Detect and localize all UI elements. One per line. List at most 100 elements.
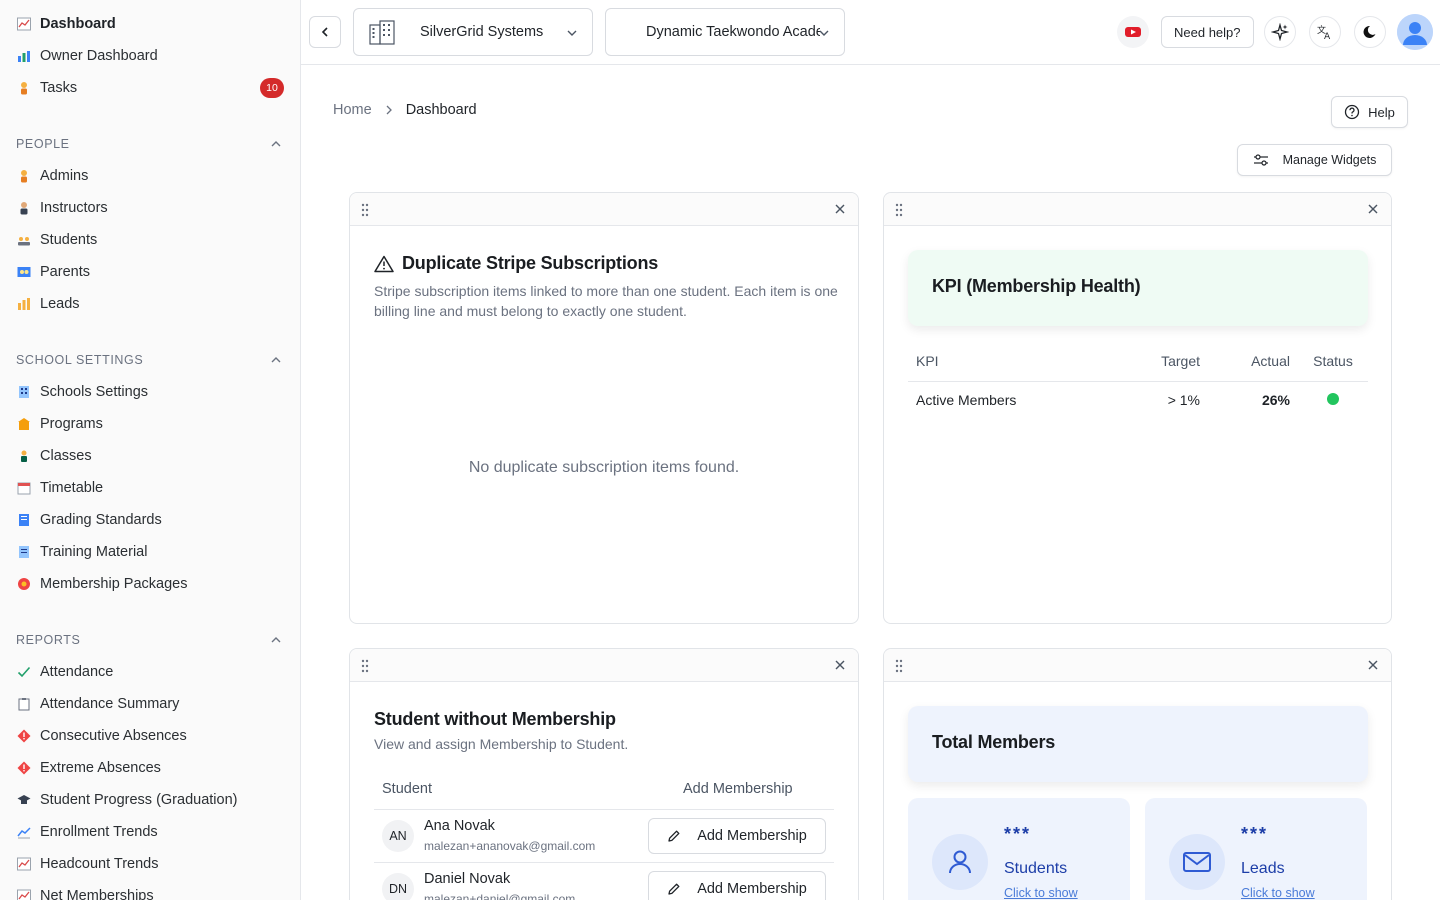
pencil-icon — [668, 883, 680, 895]
sidebar-item-label: Attendance — [40, 664, 114, 680]
sparkle-icon — [1271, 23, 1289, 41]
sidebar-item-timetable[interactable]: Timetable — [0, 472, 300, 504]
widget-title: Duplicate Stripe Subscriptions — [402, 253, 659, 273]
sidebar-item-label: Instructors — [40, 200, 108, 216]
breadcrumb-current: Dashboard — [405, 102, 477, 118]
widget-title: Total Members — [932, 732, 1056, 752]
language-button[interactable]: 文A — [1309, 16, 1341, 48]
sidebar-item-classes[interactable]: Classes — [0, 440, 300, 472]
drag-handle-icon[interactable] — [360, 203, 370, 217]
warning-diamond-icon — [16, 728, 32, 744]
close-icon[interactable] — [1367, 203, 1379, 215]
column-header-student: Student — [382, 781, 432, 797]
sidebar-item-label: Tasks — [40, 80, 78, 96]
section-title: PEOPLE — [16, 137, 70, 151]
help-button[interactable]: Help — [1331, 96, 1408, 128]
ai-sparkle-button[interactable] — [1264, 16, 1296, 48]
students-stat-card[interactable]: *** Students Click to show — [908, 798, 1130, 900]
section-header-people[interactable]: PEOPLE — [0, 128, 300, 160]
sidebar-item-enrollment-trends[interactable]: Enrollment Trends — [0, 816, 300, 848]
add-membership-button[interactable]: Add Membership — [648, 871, 826, 900]
chart-emoji-icon — [16, 16, 32, 32]
need-help-button[interactable]: Need help? — [1161, 16, 1254, 48]
sidebar-item-membership-packages[interactable]: Membership Packages — [0, 568, 300, 600]
warning-diamond-icon — [16, 760, 32, 776]
close-icon[interactable] — [834, 203, 846, 215]
sidebar-item-label: Attendance Summary — [40, 696, 180, 712]
students-icon — [16, 232, 32, 248]
school-select-value: Dynamic Taekwondo Acade — [646, 24, 820, 40]
moon-icon — [1363, 25, 1376, 38]
admin-person-icon — [16, 168, 32, 184]
widget-subtitle: Stripe subscription items linked to more… — [374, 283, 838, 319]
click-to-show-link[interactable]: Click to show — [1241, 886, 1315, 900]
sidebar-item-label: Enrollment Trends — [40, 824, 158, 840]
sidebar-item-label: Net Memberships — [40, 888, 154, 900]
sidebar-item-students[interactable]: Students — [0, 224, 300, 256]
sidebar-item-programs[interactable]: Programs — [0, 408, 300, 440]
sidebar-item-owner-dashboard[interactable]: Owner Dashboard — [0, 40, 300, 72]
sidebar-item-consecutive-absences[interactable]: Consecutive Absences — [0, 720, 300, 752]
sidebar-item-training-material[interactable]: Training Material — [0, 536, 300, 568]
graduation-cap-icon — [16, 792, 32, 808]
school-select[interactable]: Dynamic Taekwondo Acade — [605, 8, 845, 56]
sidebar-item-attendance[interactable]: Attendance — [0, 656, 300, 688]
back-button[interactable] — [309, 16, 341, 48]
book-icon — [16, 512, 32, 528]
membership-badge-icon — [16, 576, 32, 592]
sidebar-item-label: Owner Dashboard — [40, 48, 158, 64]
clipboard-icon — [16, 696, 32, 712]
drag-handle-icon[interactable] — [894, 203, 904, 217]
click-to-show-link[interactable]: Click to show — [1004, 886, 1078, 900]
building-icon — [369, 20, 395, 45]
help-button-label: Help — [1368, 104, 1395, 120]
organization-select[interactable]: SilverGrid Systems — [353, 8, 593, 56]
student-without-membership-widget: Student without Membership View and assi… — [349, 648, 859, 900]
youtube-icon — [1125, 27, 1141, 37]
sidebar-item-parents[interactable]: Parents — [0, 256, 300, 288]
sidebar-item-headcount-trends[interactable]: Headcount Trends — [0, 848, 300, 880]
avatar: AN — [382, 820, 414, 852]
dark-mode-toggle[interactable] — [1354, 16, 1386, 48]
user-icon — [932, 834, 988, 890]
sidebar-item-net-memberships[interactable]: Net Memberships — [0, 880, 300, 900]
add-membership-button[interactable]: Add Membership — [648, 818, 826, 854]
sidebar-item-grading-standards[interactable]: Grading Standards — [0, 504, 300, 536]
sidebar-item-extreme-absences[interactable]: Extreme Absences — [0, 752, 300, 784]
sidebar-item-leads[interactable]: Leads — [0, 288, 300, 320]
table-row: AN Ana Novak malezan+ananovak@gmail.com … — [374, 810, 834, 863]
leads-stat-card[interactable]: *** Leads Click to show — [1145, 798, 1367, 900]
kpi-target: > 1% — [1167, 392, 1200, 409]
sidebar-item-tasks[interactable]: Tasks 10 — [0, 72, 300, 104]
user-avatar[interactable] — [1397, 14, 1433, 50]
close-icon[interactable] — [834, 659, 846, 671]
section-header-reports[interactable]: REPORTS — [0, 624, 300, 656]
sidebar-item-student-progress[interactable]: Student Progress (Graduation) — [0, 784, 300, 816]
close-icon[interactable] — [1367, 659, 1379, 671]
drag-handle-icon[interactable] — [360, 659, 370, 673]
building-icon — [16, 384, 32, 400]
sidebar-item-schools-settings[interactable]: Schools Settings — [0, 376, 300, 408]
section-header-school-settings[interactable]: SCHOOL SETTINGS — [0, 344, 300, 376]
kpi-name: Active Members — [916, 392, 1017, 409]
sidebar-item-label: Students — [40, 232, 98, 248]
instructor-icon — [16, 200, 32, 216]
sidebar-item-label: Training Material — [40, 544, 148, 560]
sidebar-item-dashboard[interactable]: Dashboard — [0, 8, 300, 40]
sidebar-item-instructors[interactable]: Instructors — [0, 192, 300, 224]
kpi-table: KPI Target Actual Status Active Members … — [908, 341, 1368, 419]
drag-handle-icon[interactable] — [894, 659, 904, 673]
organization-select-value: SilverGrid Systems — [420, 24, 544, 40]
youtube-button[interactable] — [1117, 16, 1149, 48]
leads-chart-icon — [16, 296, 32, 312]
breadcrumb-home-link[interactable]: Home — [333, 102, 372, 118]
pencil-icon — [668, 830, 680, 842]
sidebar-item-label: Classes — [40, 448, 92, 464]
kpi-widget: KPI (Membership Health) KPI Target Actua… — [883, 192, 1392, 624]
chart-emoji-icon — [16, 888, 32, 900]
sidebar-item-admins[interactable]: Admins — [0, 160, 300, 192]
add-membership-label: Add Membership — [697, 881, 807, 897]
document-icon — [16, 544, 32, 560]
sidebar-item-attendance-summary[interactable]: Attendance Summary — [0, 688, 300, 720]
manage-widgets-button[interactable]: Manage Widgets — [1237, 144, 1392, 176]
